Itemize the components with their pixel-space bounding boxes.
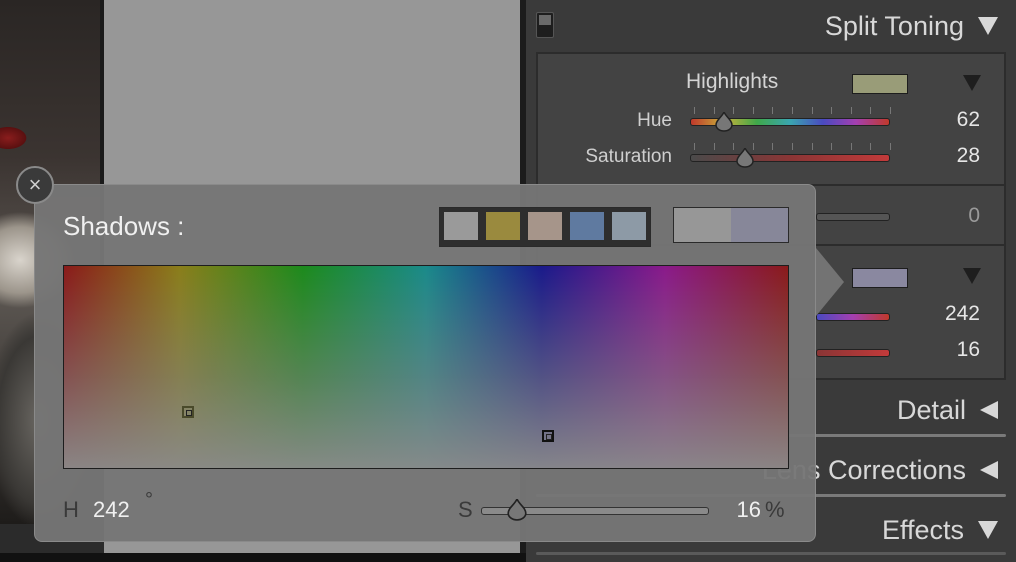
slider-tick	[811, 107, 813, 114]
detail-header[interactable]: Detail	[897, 390, 998, 430]
highlights-disclosure-icon[interactable]	[963, 75, 981, 91]
saturation-field-label: S	[458, 497, 473, 522]
saturation-slider-track[interactable]	[690, 154, 890, 162]
popup-title: Shadows :	[63, 211, 185, 241]
saturation-ticks	[694, 143, 891, 151]
slider-tick	[831, 143, 833, 150]
hue-field-label: H	[63, 497, 79, 522]
expand-triangle-icon[interactable]	[980, 461, 998, 479]
expand-triangle-icon[interactable]	[980, 401, 998, 419]
degree-symbol: °	[145, 489, 153, 511]
hue-slider-thumb[interactable]	[714, 112, 733, 132]
slider-tick	[850, 107, 852, 114]
collapse-triangle-icon[interactable]	[978, 17, 998, 35]
saturation-label: Saturation	[585, 146, 672, 167]
popup-pointer	[816, 248, 844, 316]
highlights-color-marker[interactable]	[182, 406, 194, 418]
color-compare-swatch	[673, 207, 789, 243]
slider-tick	[890, 107, 891, 114]
slider-tick	[870, 143, 872, 150]
saturation-field-value[interactable]: 16	[725, 497, 761, 523]
highlights-color-swatch[interactable]	[852, 74, 908, 94]
color-picker-popup: Shadows : H 242 ° S 16 %	[34, 184, 816, 542]
shadows-color-swatch[interactable]	[852, 268, 908, 288]
section-divider	[536, 552, 1006, 555]
saturation-gradient	[64, 266, 788, 468]
slider-tick	[752, 107, 754, 114]
close-icon[interactable]: ×	[16, 166, 54, 204]
slider-tick	[792, 107, 793, 114]
split-toning-header[interactable]: Split Toning	[825, 6, 998, 46]
collapse-triangle-icon[interactable]	[978, 521, 998, 539]
preset-swatch[interactable]	[526, 210, 564, 242]
hue-value[interactable]: 62	[920, 108, 980, 132]
preset-swatch[interactable]	[610, 210, 648, 242]
slider-tick	[694, 107, 695, 114]
split-toning-toggle[interactable]	[536, 12, 554, 38]
slider-tick	[850, 143, 852, 150]
detail-title: Detail	[896, 394, 966, 425]
percent-symbol: %	[765, 497, 785, 522]
current-color	[731, 208, 788, 242]
slider-tick	[694, 143, 695, 150]
hue-field-value[interactable]: 242	[93, 497, 130, 523]
saturation-slider-thumb[interactable]	[736, 148, 755, 168]
shadows-saturation-value[interactable]: 16	[920, 338, 980, 362]
balance-slider-track[interactable]	[816, 213, 890, 221]
effects-header[interactable]: Effects	[882, 510, 998, 550]
saturation-value[interactable]: 28	[920, 144, 980, 168]
balance-value[interactable]: 0	[920, 204, 980, 228]
slider-tick	[772, 107, 774, 114]
slider-tick	[733, 143, 735, 150]
slider-tick	[870, 107, 872, 114]
hue-label: Hue	[637, 110, 672, 131]
preset-swatches	[439, 207, 651, 247]
shadows-saturation-slider-track[interactable]	[816, 349, 890, 357]
previous-color	[674, 208, 731, 242]
shadows-hue-value[interactable]: 242	[920, 302, 980, 326]
preset-swatch[interactable]	[568, 210, 606, 242]
slider-tick	[831, 107, 833, 114]
preset-swatch[interactable]	[442, 210, 480, 242]
slider-tick	[792, 143, 793, 150]
effects-title: Effects	[881, 514, 964, 545]
highlights-label: Highlights	[686, 70, 779, 93]
slider-tick	[772, 143, 774, 150]
split-toning-title: Split Toning	[824, 10, 964, 41]
slider-tick	[733, 107, 735, 114]
hue-saturation-field[interactable]	[63, 265, 789, 469]
slider-tick	[713, 143, 715, 150]
shadows-color-marker[interactable]	[542, 430, 554, 442]
popup-saturation-thumb[interactable]	[506, 499, 527, 521]
slider-tick	[890, 143, 891, 150]
slider-tick	[811, 143, 813, 150]
shadows-disclosure-icon[interactable]	[963, 268, 981, 284]
preset-swatch[interactable]	[484, 210, 522, 242]
